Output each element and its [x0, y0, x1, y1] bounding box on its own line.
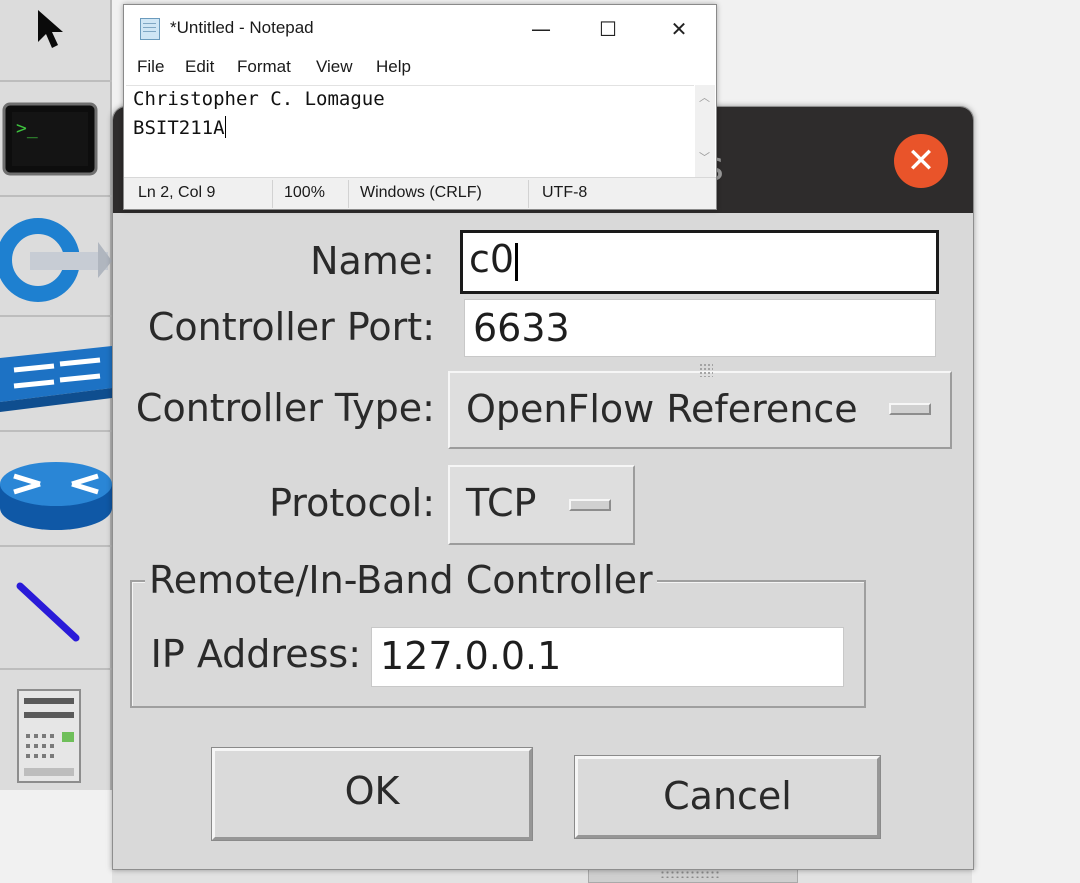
- scrollbar-grip: [660, 870, 720, 878]
- cancel-button[interactable]: Cancel: [575, 756, 880, 838]
- name-label: Name:: [310, 239, 435, 283]
- text-caret: [224, 116, 226, 138]
- remote-controller-group-title: Remote/In-Band Controller: [145, 557, 657, 603]
- protocol-label: Protocol:: [269, 481, 435, 525]
- status-line-ending: Windows (CRLF): [360, 184, 482, 201]
- status-encoding: UTF-8: [542, 184, 588, 201]
- text-line: BSIT211A: [133, 116, 226, 139]
- router-icon[interactable]: [0, 454, 112, 534]
- link-icon[interactable]: [14, 580, 84, 646]
- dropdown-indicator-icon: [889, 403, 931, 415]
- text-caret: [515, 242, 519, 281]
- notepad-statusbar: Ln 2, Col 9 100% Windows (CRLF) UTF-8: [124, 177, 716, 377]
- text-line-content: BSIT211A: [133, 117, 225, 139]
- palette-separator: [0, 668, 112, 670]
- notepad-vertical-scrollbar[interactable]: ︿ ﹀: [695, 85, 715, 177]
- palette-separator: [0, 80, 112, 82]
- controller-port-label: Controller Port:: [147, 305, 435, 349]
- maximize-icon[interactable]: ☐: [586, 13, 630, 45]
- status-position: Ln 2, Col 9: [138, 184, 216, 201]
- notepad-title: *Untitled - Notepad: [170, 18, 314, 37]
- controller-type-select[interactable]: OpenFlow Reference: [448, 371, 952, 449]
- notepad-icon: [140, 18, 160, 40]
- close-icon[interactable]: ✕: [894, 134, 948, 188]
- name-input[interactable]: c0: [460, 230, 939, 294]
- status-zoom: 100%: [284, 184, 325, 201]
- ok-button[interactable]: OK: [212, 748, 532, 840]
- palette-separator: [0, 195, 112, 197]
- status-divider: [348, 180, 349, 208]
- controller-port-input[interactable]: 6633: [464, 299, 936, 357]
- minimize-icon[interactable]: —: [519, 13, 563, 45]
- menu-view[interactable]: View: [316, 57, 353, 77]
- menu-format[interactable]: Format: [237, 57, 291, 77]
- host-icon[interactable]: [16, 688, 82, 784]
- terminal-icon[interactable]: >_: [0, 100, 100, 178]
- dropdown-indicator-icon: [569, 499, 611, 511]
- name-value: c0: [469, 237, 515, 281]
- svg-text:>_: >_: [16, 118, 38, 139]
- menu-edit[interactable]: Edit: [185, 57, 214, 77]
- notepad-window: *Untitled - Notepad — ☐ ✕ File Edit Form…: [123, 4, 717, 377]
- notepad-text-area[interactable]: Christopher C. Lomague BSIT211A: [126, 85, 694, 177]
- controller-dialog: s ✕ Name: c0 Controller Port: 6633 Contr…: [112, 106, 974, 870]
- menu-file[interactable]: File: [137, 57, 164, 77]
- controller-type-label: Controller Type:: [135, 386, 435, 430]
- protocol-value: TCP: [466, 481, 537, 525]
- status-divider: [528, 180, 529, 208]
- controller-icon[interactable]: [0, 212, 112, 308]
- switch-icon[interactable]: [0, 336, 112, 414]
- ip-address-label: IP Address:: [150, 632, 361, 676]
- palette-separator: [0, 430, 112, 432]
- text-line: Christopher C. Lomague: [133, 88, 385, 110]
- palette-separator: [0, 545, 112, 547]
- scroll-down-icon[interactable]: ﹀: [699, 149, 710, 165]
- pointer-icon[interactable]: [36, 8, 66, 52]
- ip-address-input[interactable]: 127.0.0.1: [371, 627, 844, 687]
- status-divider: [272, 180, 273, 208]
- palette-separator: [0, 315, 112, 317]
- scroll-up-icon[interactable]: ︿: [699, 89, 710, 105]
- close-icon[interactable]: ✕: [657, 13, 701, 45]
- controller-type-value: OpenFlow Reference: [466, 387, 858, 431]
- menu-help[interactable]: Help: [376, 57, 411, 77]
- resize-grip-icon[interactable]: [699, 363, 713, 377]
